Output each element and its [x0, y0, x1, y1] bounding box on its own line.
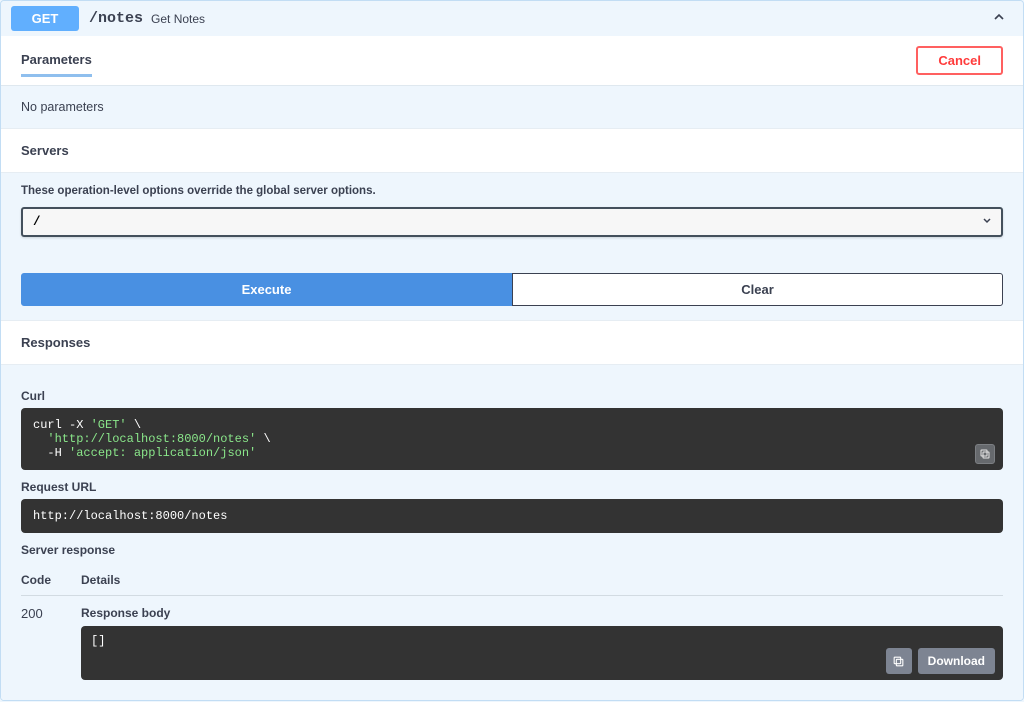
curl-title: Curl	[21, 389, 1003, 403]
parameters-heading: Parameters	[21, 52, 92, 77]
operation-block: GET /notes Get Notes Parameters Cancel N…	[0, 0, 1024, 701]
response-code: 200	[21, 606, 81, 680]
operation-header[interactable]: GET /notes Get Notes	[1, 1, 1023, 36]
responses-heading: Responses	[21, 335, 90, 350]
response-details: Response body [] Download	[81, 606, 1003, 680]
responses-heading-bar: Responses	[1, 320, 1023, 365]
request-url-block: http://localhost:8000/notes	[21, 499, 1003, 533]
method-badge: GET	[11, 6, 79, 31]
servers-heading: Servers	[21, 143, 69, 158]
response-body-title: Response body	[81, 606, 1003, 620]
response-actions: Download	[886, 648, 995, 674]
curl-text: \	[127, 418, 141, 432]
col-details: Details	[81, 573, 1003, 587]
servers-heading-bar: Servers	[1, 128, 1023, 172]
execute-button[interactable]: Execute	[21, 273, 512, 306]
responses-body: Curl curl -X 'GET' \ 'http://localhost:8…	[1, 365, 1023, 700]
curl-text: -H	[33, 446, 69, 460]
server-response-title: Server response	[21, 543, 1003, 557]
clear-button[interactable]: Clear	[512, 273, 1003, 306]
response-table-header: Code Details	[21, 565, 1003, 596]
curl-string: 'GET'	[91, 418, 127, 432]
curl-text: curl -X	[33, 418, 91, 432]
curl-code-block: curl -X 'GET' \ 'http://localhost:8000/n…	[21, 408, 1003, 470]
chevron-up-icon[interactable]	[991, 9, 1007, 28]
download-button[interactable]: Download	[918, 648, 995, 674]
copy-icon[interactable]	[975, 444, 995, 464]
response-body-text: []	[91, 634, 105, 648]
parameters-tab[interactable]: Parameters	[21, 52, 92, 69]
servers-body: These operation-level options override t…	[1, 172, 1023, 255]
curl-string: 'http://localhost:8000/notes'	[33, 432, 256, 446]
response-body-block: [] Download	[81, 626, 1003, 680]
copy-response-icon[interactable]	[886, 648, 912, 674]
server-select[interactable]: /	[21, 207, 1003, 237]
operation-body: Parameters Cancel No parameters Servers …	[1, 36, 1023, 700]
curl-text: \	[256, 432, 270, 446]
parameters-bar: Parameters Cancel	[1, 36, 1023, 85]
request-url-title: Request URL	[21, 480, 1003, 494]
operation-path: /notes	[89, 10, 143, 27]
curl-string: 'accept: application/json'	[69, 446, 256, 460]
col-code: Code	[21, 573, 81, 587]
cancel-button[interactable]: Cancel	[916, 46, 1003, 75]
operation-summary: Get Notes	[151, 12, 205, 26]
action-row: Execute Clear	[1, 255, 1023, 320]
parameters-empty: No parameters	[1, 85, 1023, 128]
server-select-wrap: /	[21, 207, 1003, 237]
servers-note: These operation-level options override t…	[21, 185, 1003, 197]
response-row: 200 Response body [] Download	[21, 596, 1003, 680]
